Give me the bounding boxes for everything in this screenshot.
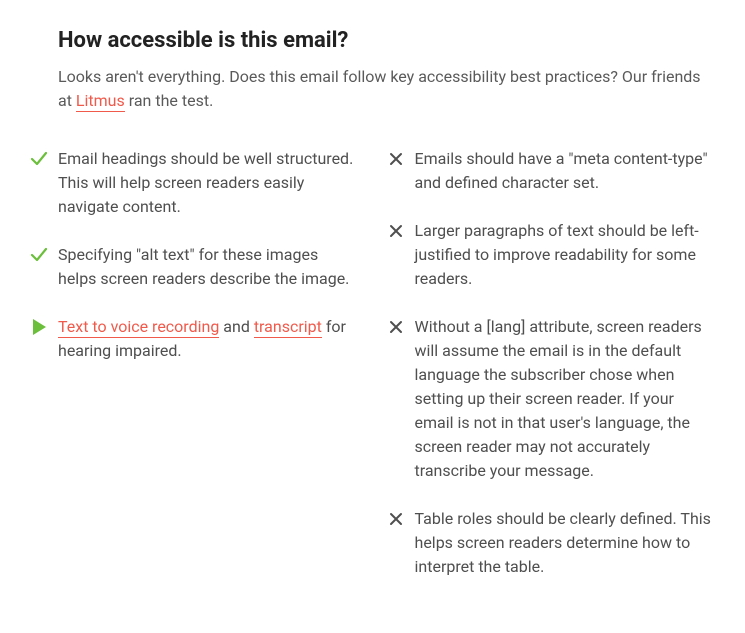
list-item: Table roles should be clearly defined. T… xyxy=(387,507,716,579)
check-icon xyxy=(30,246,48,264)
list-item: Email headings should be well structured… xyxy=(30,147,359,219)
checklist-columns: Email headings should be well structured… xyxy=(30,147,715,603)
item-text: Specifying "alt text" for these images h… xyxy=(58,243,359,291)
x-icon xyxy=(387,222,405,240)
list-item: Text to voice recording and transcript f… xyxy=(30,315,359,363)
page-title: How accessible is this email? xyxy=(58,28,715,53)
item-text: Emails should have a "meta content-type"… xyxy=(415,147,716,195)
x-icon xyxy=(387,510,405,528)
pass-column: Email headings should be well structured… xyxy=(30,147,359,603)
item-text: Email headings should be well structured… xyxy=(58,147,359,219)
item-text-mid: and xyxy=(219,317,254,336)
subtitle-text-after: ran the test. xyxy=(125,91,214,110)
list-item: Without a [lang] attribute, screen reade… xyxy=(387,315,716,483)
x-icon xyxy=(387,318,405,336)
text-to-voice-link[interactable]: Text to voice recording xyxy=(58,317,219,338)
list-item: Emails should have a "meta content-type"… xyxy=(387,147,716,195)
transcript-link[interactable]: transcript xyxy=(254,317,322,338)
item-text: Larger paragraphs of text should be left… xyxy=(415,219,716,291)
item-text: Without a [lang] attribute, screen reade… xyxy=(415,315,716,483)
list-item: Specifying "alt text" for these images h… xyxy=(30,243,359,291)
fail-column: Emails should have a "meta content-type"… xyxy=(387,147,716,603)
header: How accessible is this email? Looks aren… xyxy=(30,28,715,113)
check-icon xyxy=(30,150,48,168)
litmus-link[interactable]: Litmus xyxy=(76,91,125,112)
play-icon xyxy=(30,318,48,336)
item-text: Text to voice recording and transcript f… xyxy=(58,315,359,363)
item-text: Table roles should be clearly defined. T… xyxy=(415,507,716,579)
x-icon xyxy=(387,150,405,168)
subtitle: Looks aren't everything. Does this email… xyxy=(58,65,715,113)
list-item: Larger paragraphs of text should be left… xyxy=(387,219,716,291)
